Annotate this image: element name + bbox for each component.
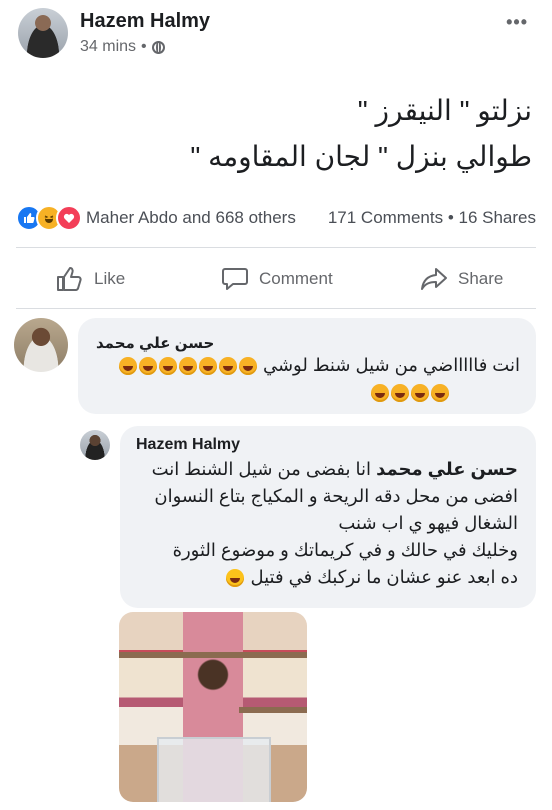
reply-line-1: حسن علي محمد انا بفضى من شيل الشنط انت [151,459,518,479]
rofl-emoji-icon [431,384,449,402]
rofl-emoji-icon [178,357,197,376]
rofl-emoji-icon [391,384,409,402]
comment-text-body: انت فاااااضي من شيل شنط لوشي [262,355,520,375]
rofl-emoji-icon [158,357,177,376]
comment-button[interactable]: Comment [221,266,333,292]
rofl-emoji-icon [138,357,157,376]
photo-display-case [157,737,271,802]
post-text-line-2: طوالي بنزل " لجان المقاومه " [190,141,532,172]
rofl-emoji-icon [411,384,429,402]
post-time[interactable]: 34 mins [80,38,136,56]
like-label: Like [94,269,126,288]
reactions-summary[interactable]: Maher Abdo and 668 others [86,208,296,228]
reply-line-5: ده ابعد عنو عشان ما نركبك في فتيل [123,564,518,591]
photo-shelf [239,707,307,713]
rofl-emoji-icon [198,357,217,376]
reply-line-2: افضى من محل دقه الريحة و المكياج بتاع ال… [154,486,518,506]
reply-text: حسن علي محمد انا بفضى من شيل الشنط انت ا… [123,456,518,591]
commenter-avatar[interactable] [14,318,68,372]
rofl-emoji-icon [371,384,389,402]
comment-author[interactable]: حسن علي محمد [96,334,214,352]
photo-shelf [119,652,307,658]
author-avatar[interactable] [18,8,68,58]
share-label: Share [458,269,504,288]
post-text-line-1: نزلتو " النيقرز " [357,95,532,126]
reply-photo[interactable] [119,612,307,802]
rofl-emoji-icon [238,357,257,376]
reply-mention[interactable]: حسن علي محمد [376,459,518,479]
comment-text: انت فاااااضي من شيل شنط لوشي [90,352,520,379]
emoji-row-2 [370,384,450,402]
more-options-button[interactable]: ••• [506,12,528,33]
globe-icon [151,40,165,54]
reply-avatar[interactable] [80,430,110,460]
comment-icon [222,268,248,290]
thumbs-up-icon [57,267,82,291]
post-author[interactable]: Hazem Halmy [80,10,210,33]
reactions-icons[interactable] [16,205,82,231]
rofl-emoji-icon [118,357,137,376]
emoji-row-1 [118,355,258,376]
share-button[interactable]: Share [420,266,503,292]
post-meta: 34 mins • [80,38,165,56]
reply-line-4: وخليك في حالك و في كريماتك و موضوع الثور… [172,540,518,560]
love-icon [56,205,82,231]
comments-shares-count[interactable]: 171 Comments • 16 Shares [328,208,536,228]
divider-bottom [16,308,536,309]
share-icon [421,268,447,290]
like-button[interactable]: Like [56,266,125,292]
comment-bubble: حسن علي محمد انت فاااااضي من شيل شنط لوش… [78,318,536,414]
reply-author[interactable]: Hazem Halmy [136,436,240,454]
meta-separator: • [141,38,147,55]
wink-emoji-icon [226,569,245,588]
rofl-emoji-icon [218,357,237,376]
comment-label: Comment [259,269,333,288]
reply-line-3: الشغال فيهو ي اب شنب [338,513,518,533]
divider-top [16,247,536,248]
reply-bubble: Hazem Halmy حسن علي محمد انا بفضى من شيل… [120,426,536,608]
